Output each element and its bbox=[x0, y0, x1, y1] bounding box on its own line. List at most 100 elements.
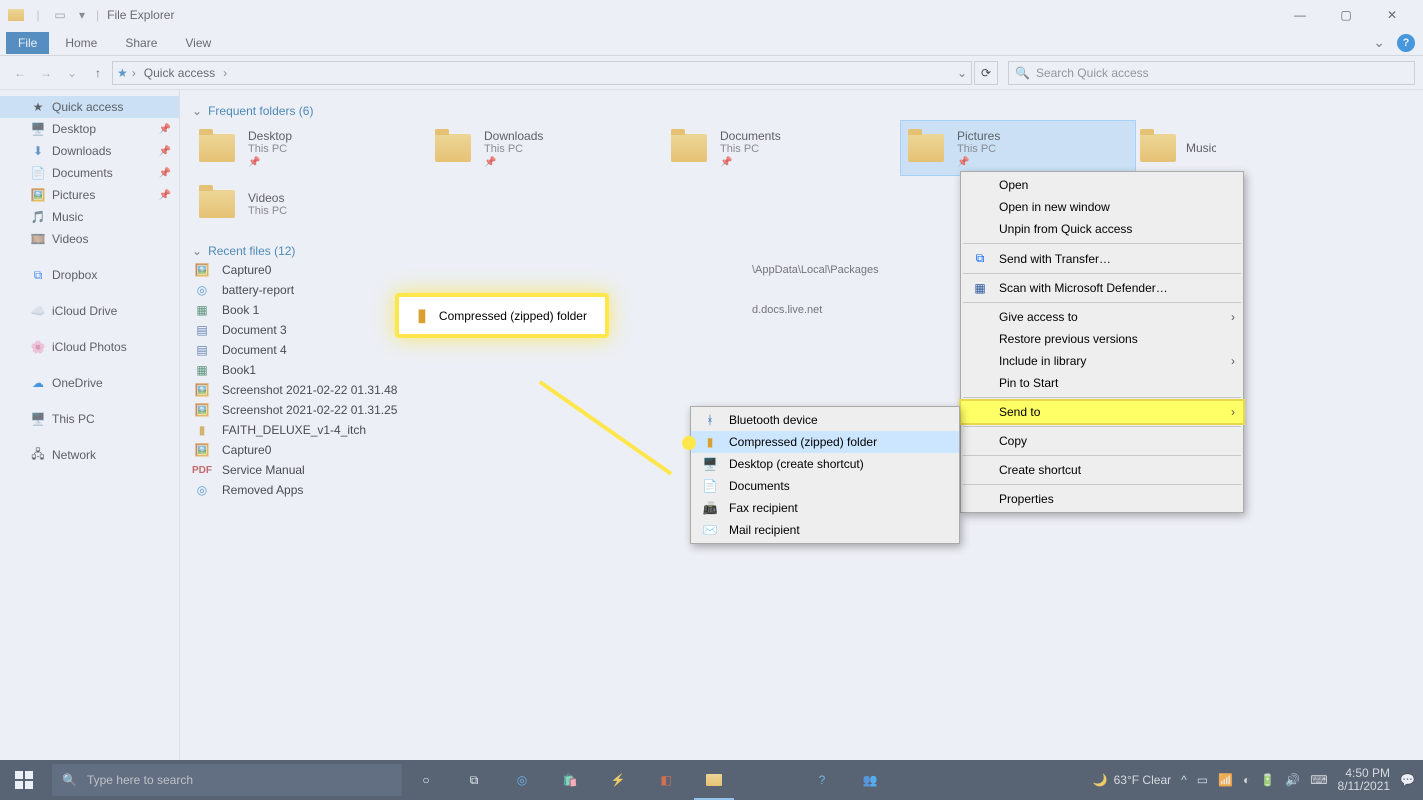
taskbar-task-view[interactable]: ⧉ bbox=[450, 760, 498, 800]
edge-icon: ◎ bbox=[192, 283, 212, 297]
ribbon-collapse-icon[interactable]: ⌄ bbox=[1365, 34, 1393, 51]
taskbar-file-explorer[interactable] bbox=[690, 760, 738, 800]
excel-file-icon: ▦ bbox=[192, 363, 212, 377]
search-placeholder: Search Quick access bbox=[1036, 66, 1149, 80]
start-button[interactable] bbox=[0, 760, 48, 800]
pin-icon: 📌 bbox=[159, 190, 171, 201]
menu-include-library[interactable]: Include in library› bbox=[961, 350, 1243, 372]
breadcrumb-home-icon: ★ bbox=[117, 66, 128, 80]
tab-view[interactable]: View bbox=[173, 32, 223, 54]
taskbar-app-icon[interactable]: ⚡ bbox=[594, 760, 642, 800]
sendto-bluetooth[interactable]: ᚼBluetooth device bbox=[691, 409, 959, 431]
menu-send-with-transfer[interactable]: ⧉Send with Transfer… bbox=[961, 247, 1243, 270]
folder-icon bbox=[905, 127, 947, 169]
menu-open[interactable]: Open bbox=[961, 174, 1243, 196]
menu-send-to[interactable]: Send to› bbox=[961, 401, 1243, 423]
nav-recent-dropdown[interactable]: ⌄ bbox=[60, 61, 84, 85]
sidebar-item-this-pc[interactable]: 🖥️This PC bbox=[0, 408, 179, 430]
menu-restore-versions[interactable]: Restore previous versions bbox=[961, 328, 1243, 350]
close-button[interactable]: ✕ bbox=[1369, 0, 1415, 30]
folder-tile-downloads[interactable]: DownloadsThis PC📌 bbox=[428, 120, 664, 176]
help-icon[interactable]: ? bbox=[1397, 34, 1415, 52]
sidebar-item-pictures[interactable]: 🖼️Pictures📌 bbox=[0, 184, 179, 206]
sidebar-item-music[interactable]: 🎵Music bbox=[0, 206, 179, 228]
sidebar-item-documents[interactable]: 📄Documents📌 bbox=[0, 162, 179, 184]
sendto-desktop-shortcut[interactable]: 🖥️Desktop (create shortcut) bbox=[691, 453, 959, 475]
minimize-button[interactable]: — bbox=[1277, 0, 1323, 30]
search-input[interactable]: 🔍 Search Quick access bbox=[1008, 61, 1415, 85]
menu-copy[interactable]: Copy bbox=[961, 430, 1243, 452]
taskbar-office[interactable]: ◧ bbox=[642, 760, 690, 800]
tray-notifications-icon[interactable]: 💬 bbox=[1400, 773, 1415, 787]
folder-tile-pictures[interactable]: PicturesThis PC📌 bbox=[900, 120, 1136, 176]
tray-wifi-icon[interactable]: 📶 bbox=[1218, 773, 1233, 787]
folder-tile-desktop[interactable]: DesktopThis PC📌 bbox=[192, 120, 428, 176]
mail-icon: ✉️ bbox=[701, 523, 719, 537]
sendto-mail[interactable]: ✉️Mail recipient bbox=[691, 519, 959, 541]
breadcrumb-location[interactable]: Quick access bbox=[140, 66, 219, 80]
sidebar-item-desktop[interactable]: 🖥️Desktop📌 bbox=[0, 118, 179, 140]
tab-share[interactable]: Share bbox=[113, 32, 169, 54]
tray-language-icon[interactable]: ⌨ bbox=[1310, 773, 1327, 787]
fax-icon: 📠 bbox=[701, 501, 719, 515]
menu-unpin-quick-access[interactable]: Unpin from Quick access bbox=[961, 218, 1243, 240]
nav-up-button[interactable]: ↑ bbox=[86, 61, 110, 85]
bluetooth-icon: ᚼ bbox=[701, 413, 719, 427]
taskbar-people-icon[interactable]: 👥 bbox=[846, 760, 894, 800]
qat-dropdown-icon[interactable]: ▾ bbox=[74, 7, 90, 23]
qat-separator: | bbox=[30, 7, 46, 23]
taskbar-clock[interactable]: 4:50 PM 8/11/2021 bbox=[1338, 767, 1391, 793]
folder-tile-music[interactable]: Music bbox=[1136, 120, 1216, 176]
chevron-right-icon: › bbox=[1231, 310, 1235, 324]
tray-app-icon[interactable]: ◐ bbox=[1243, 773, 1250, 787]
folder-icon bbox=[196, 183, 238, 225]
sidebar-item-videos[interactable]: 🎞️Videos bbox=[0, 228, 179, 250]
nav-back-button[interactable]: ← bbox=[8, 61, 32, 85]
taskbar-help-icon[interactable]: ? bbox=[798, 760, 846, 800]
sidebar-item-dropbox[interactable]: ⧉Dropbox bbox=[0, 264, 179, 286]
menu-properties[interactable]: Properties bbox=[961, 488, 1243, 510]
tab-file[interactable]: File bbox=[6, 32, 49, 54]
taskbar-store[interactable]: 🛍️ bbox=[546, 760, 594, 800]
address-dropdown-icon[interactable]: ⌄ bbox=[957, 66, 967, 80]
folder-icon bbox=[432, 127, 474, 169]
maximize-button[interactable]: ▢ bbox=[1323, 0, 1369, 30]
sendto-fax[interactable]: 📠Fax recipient bbox=[691, 497, 959, 519]
sidebar-item-network[interactable]: 🖧Network bbox=[0, 444, 179, 466]
tray-meet-now-icon[interactable]: ▭ bbox=[1197, 773, 1208, 787]
sidebar-item-quick-access[interactable]: ★Quick access bbox=[0, 96, 179, 118]
chevron-right-icon: › bbox=[1231, 354, 1235, 368]
menu-open-new-window[interactable]: Open in new window bbox=[961, 196, 1243, 218]
ribbon: File Home Share View ⌄ ? bbox=[0, 30, 1423, 56]
taskbar-edge[interactable]: ◎ bbox=[498, 760, 546, 800]
system-tray: 🌙63°F Clear ^ ▭ 📶 ◐ 🔋 🔊 ⌨ 4:50 PM 8/11/2… bbox=[1093, 767, 1423, 793]
tray-battery-icon[interactable]: 🔋 bbox=[1260, 773, 1275, 787]
menu-create-shortcut[interactable]: Create shortcut bbox=[961, 459, 1243, 481]
menu-scan-defender[interactable]: ▦Scan with Microsoft Defender… bbox=[961, 277, 1243, 299]
sidebar-item-onedrive[interactable]: ☁OneDrive bbox=[0, 372, 179, 394]
sidebar-item-downloads[interactable]: ⬇Downloads📌 bbox=[0, 140, 179, 162]
taskbar-weather[interactable]: 🌙63°F Clear bbox=[1093, 773, 1171, 787]
refresh-button[interactable]: ⟳ bbox=[974, 61, 998, 85]
tray-volume-icon[interactable]: 🔊 bbox=[1285, 773, 1300, 787]
desktop-icon: 🖥️ bbox=[701, 457, 719, 471]
section-frequent-folders[interactable]: ⌄ Frequent folders (6) bbox=[192, 104, 1411, 118]
annotation-anchor-dot bbox=[682, 436, 696, 450]
sendto-compressed-folder[interactable]: ▮Compressed (zipped) folder bbox=[691, 431, 959, 453]
tray-chevron-icon[interactable]: ^ bbox=[1181, 773, 1187, 787]
taskbar: 🔍 Type here to search ○ ⧉ ◎ 🛍️ ⚡ ◧ ? 👥 🌙… bbox=[0, 760, 1423, 800]
taskbar-cortana[interactable]: ○ bbox=[402, 760, 450, 800]
breadcrumb[interactable]: ★ › Quick access › ⌄ bbox=[112, 61, 972, 85]
nav-forward-button[interactable]: → bbox=[34, 61, 58, 85]
tab-home[interactable]: Home bbox=[53, 32, 109, 54]
folder-tile-videos[interactable]: VideosThis PC bbox=[192, 176, 428, 232]
taskbar-search-input[interactable]: 🔍 Type here to search bbox=[52, 764, 402, 796]
sidebar-item-icloud-photos[interactable]: 🌸iCloud Photos bbox=[0, 336, 179, 358]
menu-give-access[interactable]: Give access to› bbox=[961, 306, 1243, 328]
qat-properties-icon[interactable]: ▭ bbox=[52, 7, 68, 23]
folder-tile-documents[interactable]: DocumentsThis PC📌 bbox=[664, 120, 900, 176]
sendto-documents[interactable]: 📄Documents bbox=[691, 475, 959, 497]
sidebar-item-icloud-drive[interactable]: ☁️iCloud Drive bbox=[0, 300, 179, 322]
quick-access-toolbar: | ▭ ▾ | bbox=[8, 7, 99, 23]
menu-pin-to-start[interactable]: Pin to Start bbox=[961, 372, 1243, 394]
